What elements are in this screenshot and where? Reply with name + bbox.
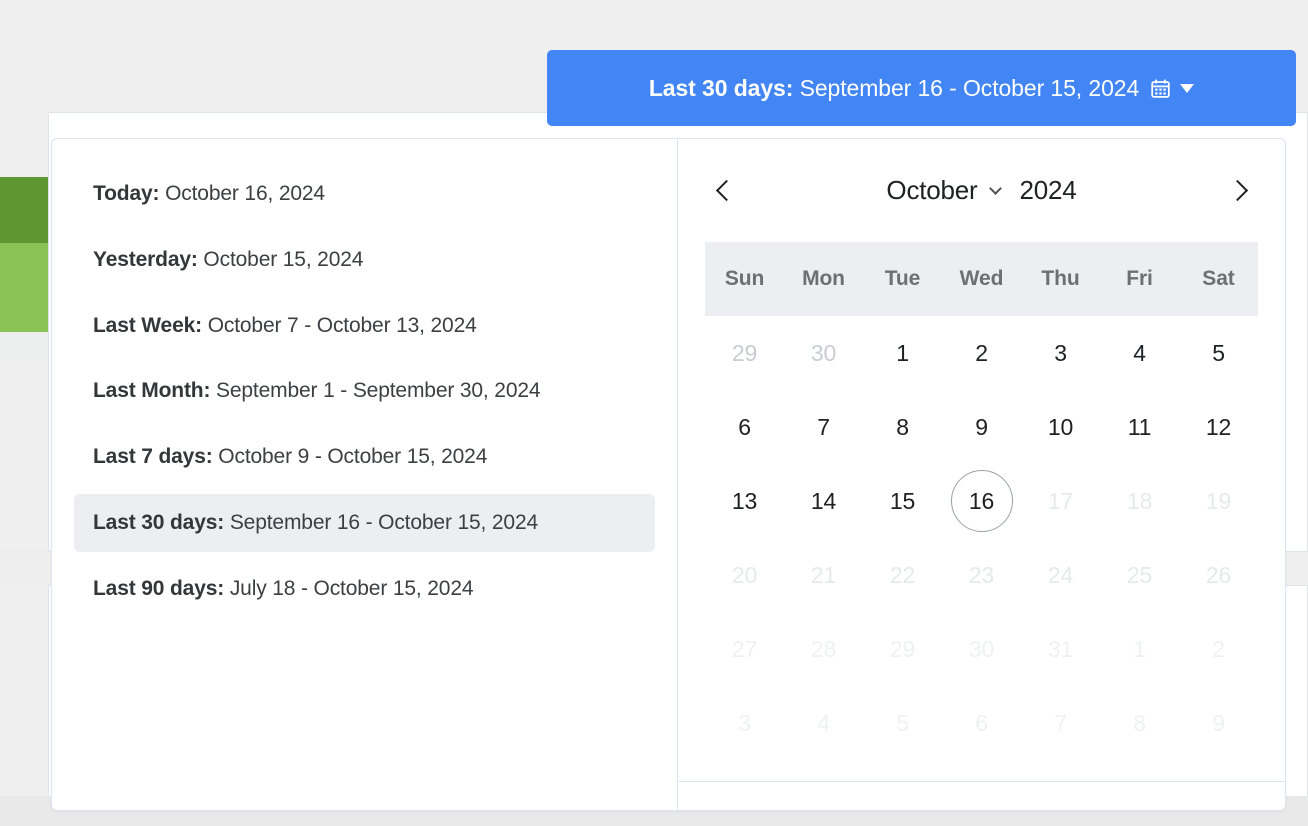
preset-item[interactable]: Last 7 days: October 9 - October 15, 202… — [74, 428, 655, 486]
calendar-header: October 2024 — [678, 139, 1285, 242]
calendar-day: 24 — [1047, 561, 1074, 588]
preset-item-value: October 16, 2024 — [165, 182, 325, 205]
previous-month-button[interactable] — [704, 171, 744, 211]
date-picker-popup: Today: October 16, 2024 Yesterday: Octobe… — [51, 138, 1286, 811]
calendar-day: 5 — [896, 709, 909, 736]
month-label: October — [886, 175, 978, 205]
preset-item-value: October 7 - October 13, 2024 — [207, 313, 477, 337]
preset-item[interactable]: Last 90 days: July 18 - October 15, 2024 — [74, 560, 655, 618]
calendar-day: 1 — [1133, 635, 1146, 662]
calendar-day[interactable]: 13 — [705, 464, 784, 538]
preset-item-label: Yesterday: — [93, 247, 198, 271]
calendar-day[interactable]: 4 — [1100, 316, 1179, 390]
calendar-day[interactable]: 14 — [784, 464, 863, 538]
weekday-label: Fri — [1126, 267, 1153, 290]
calendar-day: 30 — [810, 339, 837, 366]
preset-item[interactable]: Yesterday: October 15, 2024 — [74, 231, 655, 289]
calendar-day[interactable]: 11 — [1100, 390, 1179, 464]
calendar-day: 9 — [1212, 709, 1225, 736]
calendar-day: 29 — [731, 339, 758, 366]
calendar-day[interactable]: 8 — [863, 390, 942, 464]
calendar-day: 28 — [810, 635, 837, 662]
preset-item-label: Last Month: — [93, 379, 211, 403]
calendar-icon — [1150, 78, 1171, 99]
calendar-day: 17 — [1047, 487, 1074, 514]
preset-item-label: Last 30 days: — [93, 511, 225, 535]
preset-item-label: Last 90 days: — [93, 576, 225, 600]
weekday-label: Wed — [959, 267, 1004, 290]
today-circle: 16 — [950, 470, 1013, 532]
weekday-label: Sat — [1202, 267, 1235, 290]
preset-item-value: October 15, 2024 — [203, 247, 364, 271]
preset-item-value: September 16 - October 15, 2024 — [229, 511, 539, 535]
calendar-day: 27 — [731, 635, 758, 662]
weekday-label: Mon — [802, 267, 845, 290]
background-bar-dark-green — [0, 177, 48, 243]
calendar-day[interactable]: 10 — [1021, 390, 1100, 464]
weekday-label: Sun — [724, 267, 765, 290]
calendar-day: 29 — [889, 635, 916, 662]
chevron-right-icon — [1226, 179, 1248, 202]
calendar-day: 8 — [1133, 709, 1146, 736]
weekday-header-row: Sun Mon Tue Wed Thu Fri Sat — [705, 242, 1258, 316]
calendar-title: October 2024 — [744, 175, 1219, 206]
calendar-day: 18 — [1126, 487, 1153, 514]
calendar-day[interactable]: 6 — [705, 390, 784, 464]
preset-item[interactable]: Today: October 16, 2024 — [74, 165, 655, 223]
calendar-day[interactable]: 9 — [942, 390, 1021, 464]
date-range-button-prefix: Last 30 days: — [648, 74, 794, 101]
chevron-left-icon — [715, 179, 737, 202]
calendar-day: 20 — [731, 561, 758, 588]
calendar-day[interactable]: 7 — [784, 390, 863, 464]
calendar-day: 31 — [1047, 635, 1074, 662]
calendar-day: 4 — [817, 709, 830, 736]
calendar-day[interactable]: 5 — [1179, 316, 1258, 390]
next-month-button[interactable] — [1219, 171, 1259, 211]
preset-item[interactable]: Last Week: October 7 - October 13, 2024 — [74, 297, 655, 355]
preset-range-list: Today: October 16, 2024 Yesterday: Octobe… — [52, 139, 678, 810]
date-range-button[interactable]: Last 30 days: September 16 - October 15,… — [547, 50, 1296, 126]
year-label[interactable]: 2024 — [1020, 175, 1077, 206]
calendar-day: 2 — [1212, 635, 1225, 662]
calendar-panel: October 2024 Sun Mon Tue Wed Thu Fri Sat 29 30 1… — [678, 139, 1285, 810]
background-strip-middle — [0, 550, 48, 585]
weekday-label: Tue — [884, 267, 921, 290]
calendar-day: 25 — [1126, 561, 1153, 588]
month-selector[interactable]: October — [886, 175, 1002, 206]
background-bar-light-green — [0, 243, 48, 332]
preset-item-value: September 1 - September 30, 2024 — [216, 379, 541, 403]
calendar-day: 21 — [810, 561, 837, 588]
preset-item-label: Today: — [93, 182, 160, 205]
preset-item-value: October 9 - October 15, 2024 — [218, 445, 488, 469]
calendar-day[interactable]: 12 — [1179, 390, 1258, 464]
calendar-day[interactable]: 1 — [863, 316, 942, 390]
preset-item[interactable]: Last 30 days: September 16 - October 15,… — [74, 494, 655, 552]
calendar-day-grid: 29 30 1 2 3 4 5 6 7 8 9 10 11 12 13 14 15 16 17 18 19 20 21 22 2… — [705, 316, 1258, 760]
weekday-label: Thu — [1041, 267, 1080, 290]
background-strip-upper — [0, 332, 48, 361]
date-range-button-label: Last 30 days: September 16 - October 15,… — [649, 75, 1139, 102]
calendar-day: 3 — [738, 709, 751, 736]
preset-item-value: July 18 - October 15, 2024 — [229, 576, 474, 600]
calendar-day: 22 — [889, 561, 916, 588]
chevron-down-icon — [1180, 83, 1195, 93]
calendar-day: 26 — [1205, 561, 1232, 588]
calendar-day: 30 — [968, 635, 995, 662]
calendar-day: 6 — [975, 709, 988, 736]
preset-item-label: Last 7 days: — [93, 445, 213, 469]
preset-item[interactable]: Last Month: September 1 - September 30, … — [74, 362, 655, 420]
calendar-day[interactable]: 3 — [1021, 316, 1100, 390]
preset-item-label: Last Week: — [93, 313, 202, 337]
calendar-day: 7 — [1054, 709, 1067, 736]
calendar-day-today[interactable]: 16 — [942, 464, 1021, 538]
calendar-day[interactable]: 15 — [863, 464, 942, 538]
date-range-button-range: September 16 - October 15, 2024 — [799, 74, 1140, 101]
chevron-down-icon-month — [988, 181, 1002, 195]
calendar-day[interactable]: 2 — [942, 316, 1021, 390]
calendar-footer-divider — [678, 781, 1285, 810]
calendar-day: 23 — [968, 561, 995, 588]
calendar-day: 19 — [1205, 487, 1232, 514]
